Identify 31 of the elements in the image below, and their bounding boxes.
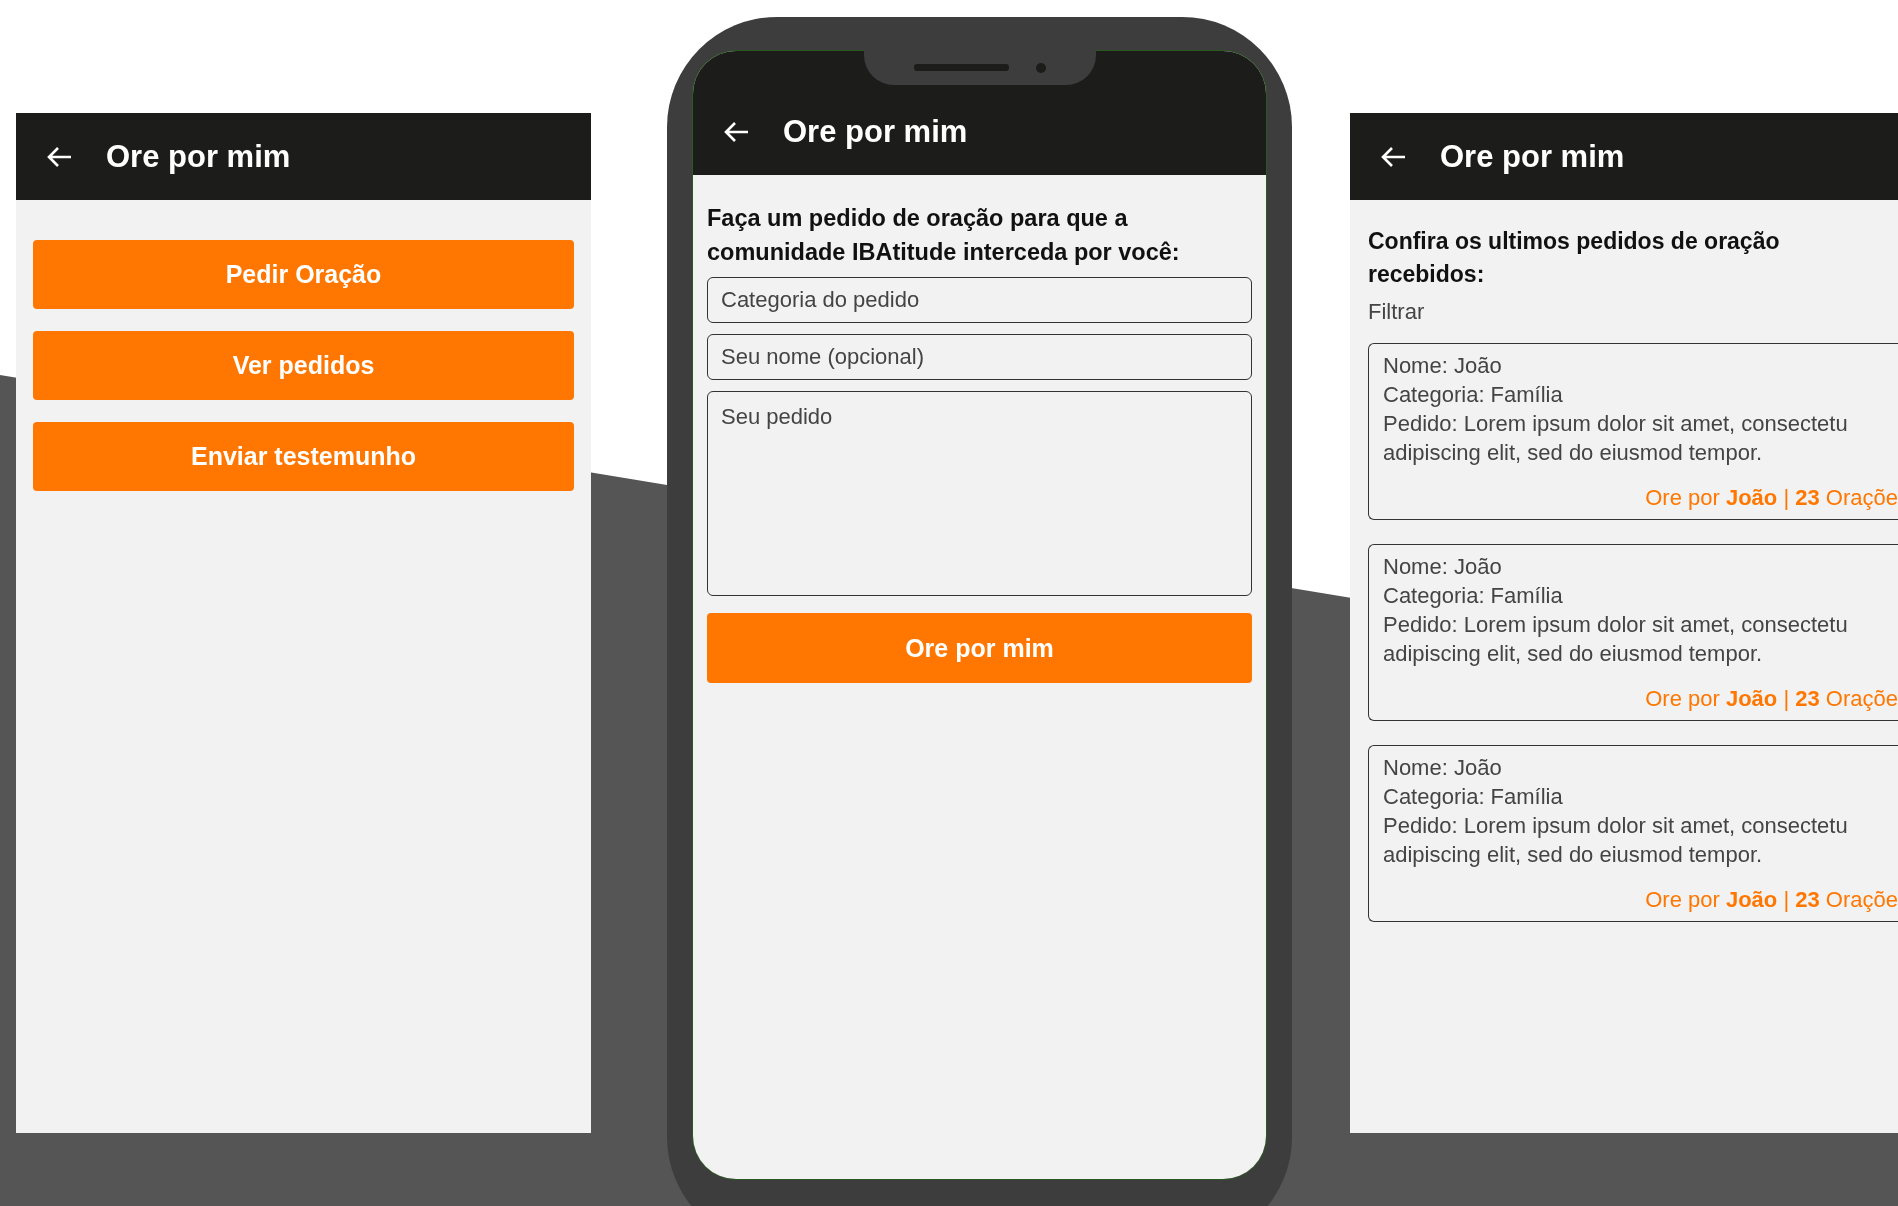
input-field[interactable]: Categoria do pedido	[707, 277, 1252, 323]
request-text: Categoria: Família	[1383, 783, 1564, 811]
pray-link[interactable]: Ore por João | 23 Oraçõe	[1383, 885, 1898, 914]
request-text: Nome: João	[1383, 553, 1503, 581]
screen-title: Ore por mim	[106, 138, 291, 175]
pray-link[interactable]: Ore por João | 23 Oraçõe	[1383, 483, 1898, 512]
back-arrow-icon[interactable]	[46, 145, 72, 168]
list-heading: Confira os ultimos pedidos de oração recebidos:	[1368, 227, 1781, 289]
action-button[interactable]: Ore por mim	[707, 613, 1252, 683]
request-text: Categoria: Família	[1383, 381, 1564, 409]
text-area[interactable]: Seu pedido	[707, 391, 1252, 596]
request-text: Nome: João	[1383, 754, 1503, 782]
back-arrow-icon[interactable]	[723, 120, 749, 143]
action-button[interactable]: Enviar testemunho	[33, 422, 574, 491]
action-button[interactable]: Ver pedidos	[33, 331, 574, 400]
request-text: Pedido: Lorem ipsum dolor sit amet, consectetu	[1383, 611, 1849, 639]
screen-title: Ore por mim	[1440, 138, 1625, 175]
request-text: adipiscing elit, sed do eiusmod tempor.	[1383, 439, 1764, 467]
action-button[interactable]: Pedir Oração	[33, 240, 574, 309]
request-text: Nome: João	[1383, 352, 1503, 380]
pray-link[interactable]: Ore por João | 23 Oraçõe	[1383, 684, 1898, 713]
back-arrow-icon[interactable]	[1380, 145, 1406, 168]
form-prompt: Faça um pedido de oração para que a comunidade IBAtitude interceda por você:	[707, 204, 1181, 267]
filter-link[interactable]: Filtrar	[1368, 299, 1425, 325]
input-field[interactable]: Seu nome (opcional)	[707, 334, 1252, 380]
request-text: Pedido: Lorem ipsum dolor sit amet, consectetu	[1383, 812, 1849, 840]
request-text: Pedido: Lorem ipsum dolor sit amet, consectetu	[1383, 410, 1849, 438]
request-text: adipiscing elit, sed do eiusmod tempor.	[1383, 841, 1764, 869]
request-text: Categoria: Família	[1383, 582, 1564, 610]
request-text: adipiscing elit, sed do eiusmod tempor.	[1383, 640, 1764, 668]
screen-title: Ore por mim	[783, 113, 968, 150]
